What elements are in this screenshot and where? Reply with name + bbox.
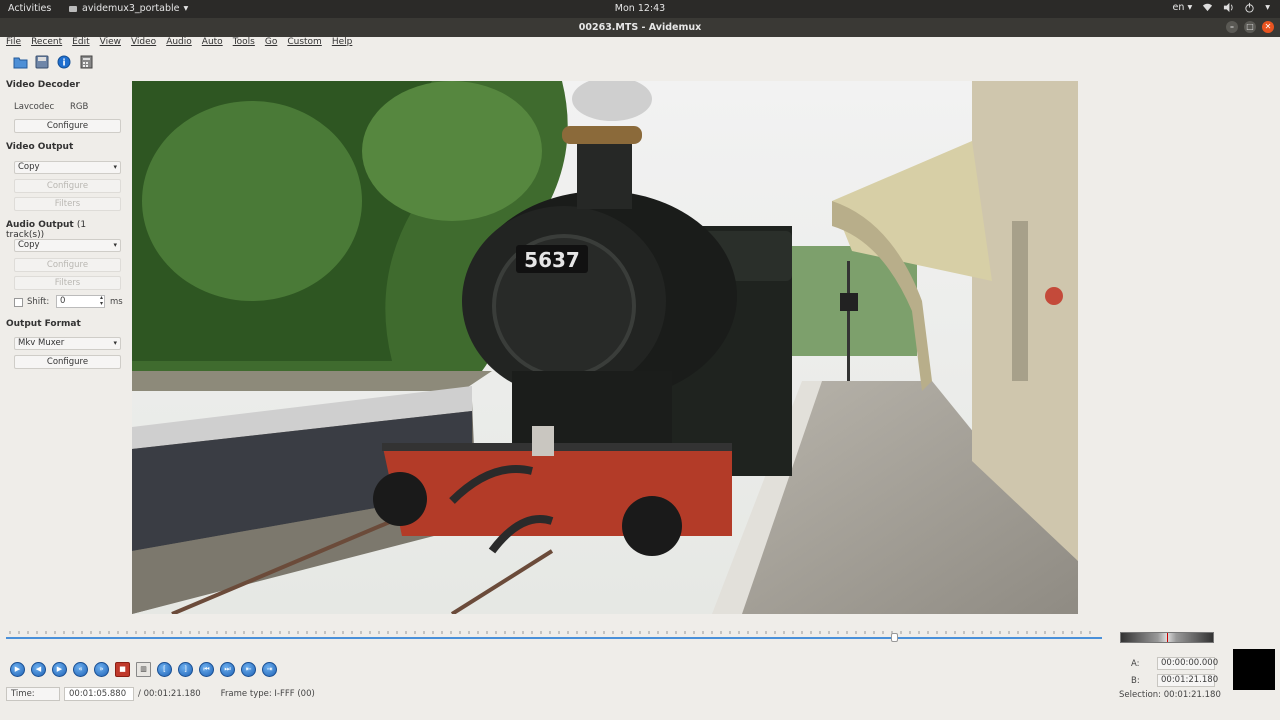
chevron-down-icon[interactable]: ▾ (1265, 2, 1270, 13)
next-keyframe-button[interactable]: » (94, 662, 109, 677)
audio-output-heading: Audio Output (1 track(s)) (6, 220, 87, 240)
playback-controls: ▶ ◀ ▶ « » ■ ▥ [ ] ⏮ ⏭ ⇤ ⇥ (10, 662, 277, 677)
next-black-frame-button[interactable]: ⏭ (220, 662, 235, 677)
video-preview[interactable]: 5637 (132, 81, 1078, 614)
record-button[interactable]: ■ (115, 662, 130, 677)
video-codec-select[interactable]: Copy ▾ (14, 161, 121, 174)
timeline-track[interactable] (6, 637, 1102, 639)
menu-go[interactable]: Go (265, 37, 277, 49)
locomotive-number: 5637 (524, 248, 580, 272)
chevron-down-icon: ▾ (113, 163, 117, 171)
volume-marker (1167, 633, 1168, 642)
menu-bar: File Recent Edit View Video Audio Auto T… (0, 37, 1280, 49)
muxer-configure-button[interactable]: Configure (14, 355, 121, 369)
network-icon[interactable] (1202, 2, 1213, 13)
video-output-heading: Video Output (6, 142, 74, 152)
folder-open-icon (13, 57, 27, 69)
power-icon[interactable] (1244, 2, 1255, 13)
timeline-thumb[interactable] (890, 633, 898, 642)
next-frame-button[interactable]: ▶ (52, 662, 67, 677)
open-file-button[interactable] (12, 54, 28, 70)
shift-label: Shift: (27, 297, 50, 307)
menu-help[interactable]: Help (332, 37, 353, 49)
previous-frame-button[interactable]: ◀ (31, 662, 46, 677)
marker-a-value[interactable]: 00:00:00.000 (1157, 657, 1218, 670)
info-button[interactable]: i (56, 54, 72, 70)
info-icon: i (57, 55, 71, 69)
previous-keyframe-button[interactable]: « (73, 662, 88, 677)
minimize-button[interactable]: – (1226, 21, 1238, 33)
total-time: / 00:01:21.180 (138, 689, 201, 699)
go-to-end-button[interactable]: ⇥ (262, 662, 277, 677)
set-marker-b-button[interactable]: ] (178, 662, 193, 677)
cut-marker-icon[interactable]: ▥ (136, 662, 151, 677)
chevron-down-icon: ▾ (113, 241, 117, 249)
decoder-configure-button[interactable]: Configure (14, 119, 121, 133)
gnome-top-bar: Activities avidemux3_portable ▾ Mon 12:4… (0, 0, 1280, 18)
marker-a-label: A: (1131, 659, 1140, 669)
muxer-value: Mkv Muxer (18, 338, 65, 348)
marker-b-value[interactable]: 00:01:21.180 (1157, 674, 1218, 687)
menu-file[interactable]: File (6, 37, 21, 49)
menu-video[interactable]: Video (131, 37, 156, 49)
muxer-select[interactable]: Mkv Muxer ▾ (14, 337, 121, 350)
svg-text:i: i (62, 59, 65, 69)
video-frame-image: 5637 (132, 81, 1078, 614)
menu-custom[interactable]: Custom (287, 37, 321, 49)
window-controls: – □ ✕ (1226, 21, 1274, 33)
menu-auto[interactable]: Auto (202, 37, 223, 49)
selection-duration: Selection: 00:01:21.180 (1119, 690, 1221, 700)
timeline-slider[interactable] (6, 630, 1102, 644)
output-format-heading: Output Format (6, 319, 81, 329)
decoder-format: RGB (70, 102, 89, 112)
audio-configure-button[interactable]: Configure (14, 258, 121, 272)
shift-checkbox[interactable] (14, 298, 23, 307)
menu-recent[interactable]: Recent (31, 37, 62, 49)
audio-codec-value: Copy (18, 240, 40, 250)
maximize-button[interactable]: □ (1244, 21, 1256, 33)
status-row: Time: 00:01:05.880 / 00:01:21.180 Frame … (6, 687, 315, 701)
menu-edit[interactable]: Edit (72, 37, 89, 49)
audio-filters-button[interactable]: Filters (14, 276, 121, 290)
calculator-icon (80, 55, 92, 69)
previous-black-frame-button[interactable]: ⏮ (199, 662, 214, 677)
volume-icon[interactable] (1223, 2, 1234, 13)
input-method-indicator[interactable]: en ▾ (1173, 2, 1193, 13)
chevron-down-icon: ▾ (113, 339, 117, 347)
time-label: Time: (6, 687, 60, 701)
save-button[interactable] (34, 54, 50, 70)
menu-view[interactable]: View (100, 37, 121, 49)
shift-input[interactable]: 0 ▴ ▾ (56, 295, 105, 308)
marker-b-label: B: (1131, 676, 1140, 686)
video-filters-button[interactable]: Filters (14, 197, 121, 211)
decoder-name: Lavcodec (14, 102, 55, 112)
video-configure-button[interactable]: Configure (14, 179, 121, 193)
window-title: 00263.MTS - Avidemux (578, 22, 702, 33)
audio-codec-select[interactable]: Copy ▾ (14, 239, 121, 252)
menu-tools[interactable]: Tools (233, 37, 255, 49)
video-decoder-heading: Video Decoder (6, 80, 80, 90)
audio-volume-meter (1120, 632, 1214, 643)
set-marker-a-button[interactable]: [ (157, 662, 172, 677)
clock[interactable]: Mon 12:43 (0, 3, 1280, 14)
save-icon (35, 55, 49, 69)
play-button[interactable]: ▶ (10, 662, 25, 677)
current-time-input[interactable]: 00:01:05.880 (64, 687, 134, 701)
video-codec-value: Copy (18, 162, 40, 172)
toolbar: i (12, 54, 94, 70)
close-button[interactable]: ✕ (1262, 21, 1274, 33)
system-tray[interactable]: en ▾ ▾ (1173, 2, 1270, 13)
go-to-start-button[interactable]: ⇤ (241, 662, 256, 677)
calculator-button[interactable] (78, 54, 94, 70)
mini-preview (1233, 649, 1275, 690)
menu-audio[interactable]: Audio (166, 37, 192, 49)
frame-type: Frame type: I-FFF (00) (220, 689, 315, 699)
window-title-bar: 00263.MTS - Avidemux – □ ✕ (0, 18, 1280, 37)
shift-unit: ms (110, 297, 123, 307)
spin-arrows-icon[interactable]: ▴ ▾ (100, 295, 103, 307)
